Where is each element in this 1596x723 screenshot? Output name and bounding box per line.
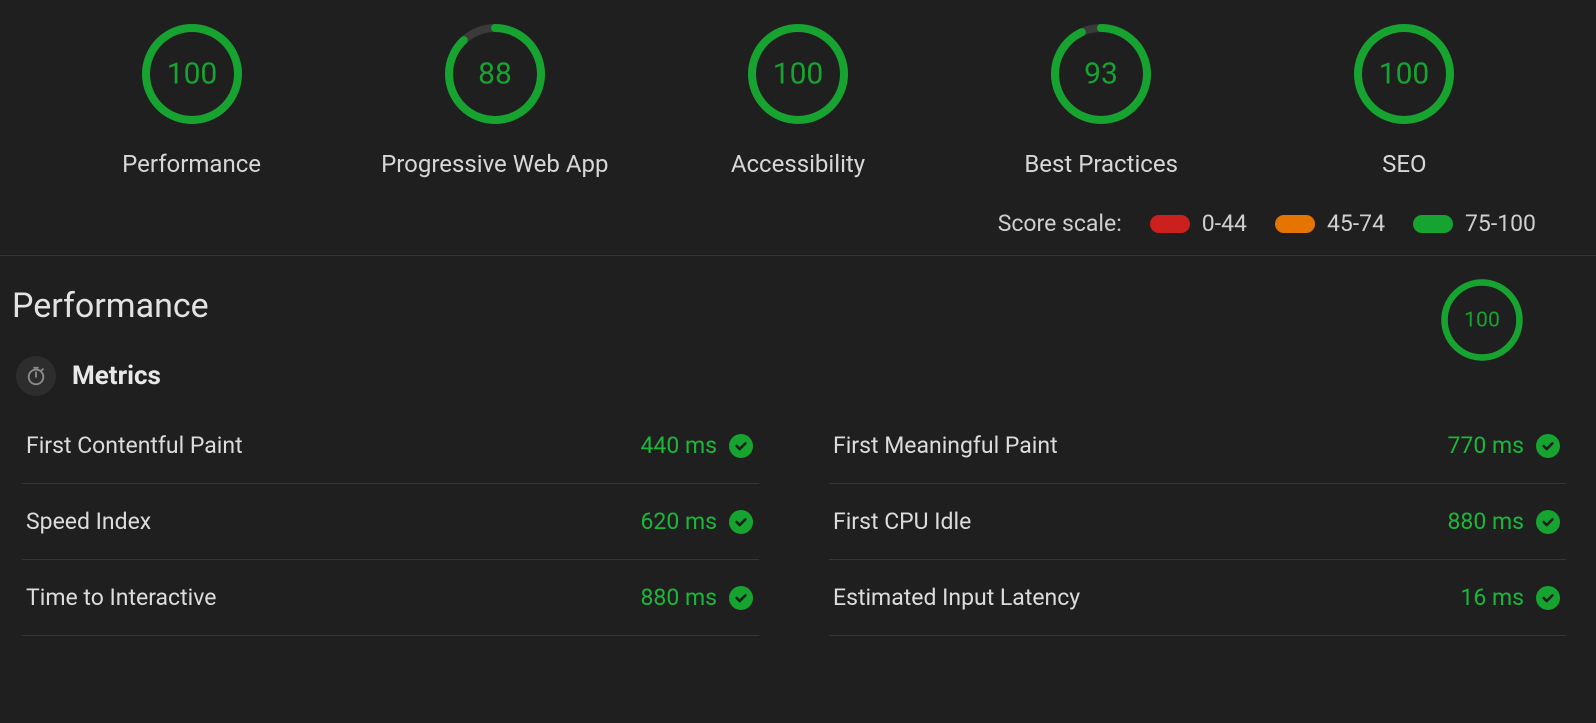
legend-item-warn: 45-74 bbox=[1275, 210, 1385, 237]
gauge-pwa-score: 88 bbox=[478, 57, 512, 92]
gauge-accessibility-ring: 100 bbox=[744, 20, 852, 128]
metric-value: 16 ms bbox=[1460, 584, 1560, 611]
section-mini-score: 100 bbox=[1464, 308, 1500, 333]
gauge-best-practices-score: 93 bbox=[1084, 57, 1118, 92]
section-mini-gauge: 100 bbox=[1438, 276, 1526, 368]
metric-value: 620 ms bbox=[640, 508, 753, 535]
checkmark-icon bbox=[729, 510, 753, 534]
gauge-accessibility[interactable]: 100 Accessibility bbox=[668, 20, 928, 178]
gauge-seo-label: SEO bbox=[1382, 150, 1426, 178]
metric-label: First Contentful Paint bbox=[26, 432, 243, 459]
legend-warn-range: 45-74 bbox=[1327, 210, 1385, 237]
metric-first-meaningful-paint[interactable]: First Meaningful Paint 770 ms bbox=[829, 408, 1566, 484]
legend-item-pass: 75-100 bbox=[1413, 210, 1536, 237]
gauges-row: 100 Performance 88 Progressive Web App 1… bbox=[0, 0, 1596, 178]
metric-label: Estimated Input Latency bbox=[833, 584, 1080, 611]
gauge-accessibility-label: Accessibility bbox=[731, 150, 865, 178]
metrics-title: Metrics bbox=[72, 361, 161, 391]
gauge-performance[interactable]: 100 Performance bbox=[62, 20, 322, 178]
gauge-best-practices[interactable]: 93 Best Practices bbox=[971, 20, 1231, 178]
checkmark-icon bbox=[1536, 434, 1560, 458]
metric-label: First Meaningful Paint bbox=[833, 432, 1058, 459]
gauge-best-practices-label: Best Practices bbox=[1024, 150, 1178, 178]
metric-value: 770 ms bbox=[1447, 432, 1560, 459]
metric-speed-index[interactable]: Speed Index 620 ms bbox=[22, 484, 759, 560]
metric-label: First CPU Idle bbox=[833, 508, 971, 535]
gauge-pwa-ring: 88 bbox=[441, 20, 549, 128]
gauge-performance-ring: 100 bbox=[138, 20, 246, 128]
checkmark-icon bbox=[1536, 586, 1560, 610]
metric-first-contentful-paint[interactable]: First Contentful Paint 440 ms bbox=[22, 408, 759, 484]
checkmark-icon bbox=[1536, 510, 1560, 534]
gauge-performance-label: Performance bbox=[122, 150, 261, 178]
score-scale-label: Score scale: bbox=[998, 210, 1122, 237]
section-title: Performance bbox=[12, 286, 1576, 326]
metric-first-cpu-idle[interactable]: First CPU Idle 880 ms bbox=[829, 484, 1566, 560]
metric-value: 880 ms bbox=[640, 584, 753, 611]
stopwatch-icon bbox=[16, 356, 56, 396]
legend-pass-range: 75-100 bbox=[1465, 210, 1536, 237]
pill-fail-icon bbox=[1150, 215, 1190, 233]
metrics-grid: First Contentful Paint 440 ms First Mean… bbox=[12, 408, 1576, 636]
gauge-seo[interactable]: 100 SEO bbox=[1274, 20, 1534, 178]
metric-value: 880 ms bbox=[1447, 508, 1560, 535]
metric-time-to-interactive[interactable]: Time to Interactive 880 ms bbox=[22, 560, 759, 636]
score-scale-legend: Score scale: 0-44 45-74 75-100 bbox=[0, 178, 1596, 255]
metric-estimated-input-latency[interactable]: Estimated Input Latency 16 ms bbox=[829, 560, 1566, 636]
performance-section: Performance 100 Metrics First Contentful… bbox=[0, 256, 1596, 636]
metric-label: Time to Interactive bbox=[26, 584, 216, 611]
metric-value: 440 ms bbox=[640, 432, 753, 459]
legend-item-fail: 0-44 bbox=[1150, 210, 1247, 237]
pill-pass-icon bbox=[1413, 215, 1453, 233]
gauge-performance-score: 100 bbox=[166, 57, 217, 92]
gauge-seo-ring: 100 bbox=[1350, 20, 1458, 128]
legend-fail-range: 0-44 bbox=[1202, 210, 1247, 237]
checkmark-icon bbox=[729, 586, 753, 610]
checkmark-icon bbox=[729, 434, 753, 458]
gauge-pwa[interactable]: 88 Progressive Web App bbox=[365, 20, 625, 178]
gauge-accessibility-score: 100 bbox=[773, 57, 824, 92]
metric-label: Speed Index bbox=[26, 508, 151, 535]
gauge-seo-score: 100 bbox=[1379, 57, 1430, 92]
gauge-best-practices-ring: 93 bbox=[1047, 20, 1155, 128]
gauge-pwa-label: Progressive Web App bbox=[381, 150, 608, 178]
pill-warn-icon bbox=[1275, 215, 1315, 233]
metrics-header: Metrics bbox=[16, 356, 1576, 396]
